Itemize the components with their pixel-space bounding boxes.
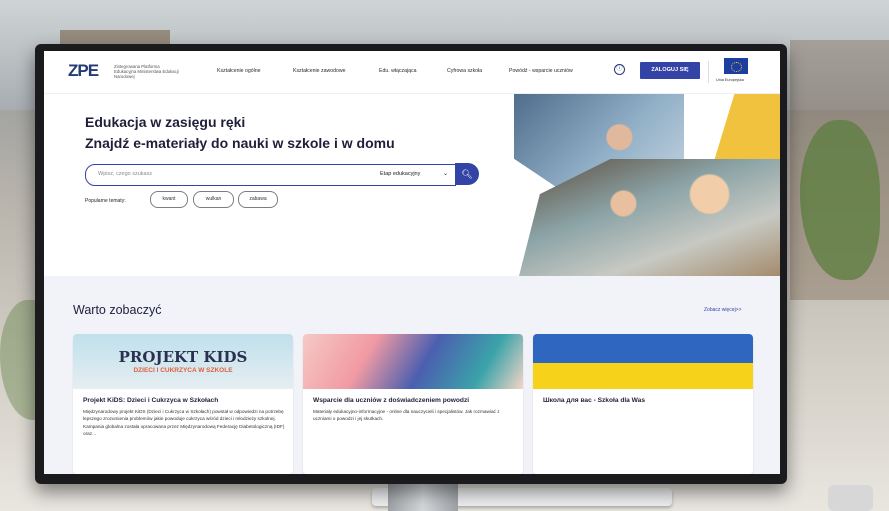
zpe-logo[interactable]: ZPE [68,61,99,81]
chevron-down-icon: ⌄ [442,171,448,177]
tag-wulkan[interactable]: wulkan [193,191,234,208]
card-title[interactable]: Wsparcie dla uczniów z doświadczeniem po… [313,397,517,404]
tag-kwant[interactable]: kwant [150,191,188,208]
ukraine-flag-blue [533,334,753,363]
card-wsparcie-powodz[interactable]: Wsparcie dla uczniów z doświadczeniem po… [303,334,523,474]
nav-item-ksztalcenie-zawodowe[interactable]: Kształcenie zawodowe [293,68,345,74]
popular-topics-label: Popularne tematy: [85,198,126,204]
logo-subtitle: Zintegrowana Platforma Edukacyjna Minist… [114,64,179,79]
section-title: Warto zobaczyć [73,303,162,317]
search-icon: 🔍︎ [461,169,473,179]
search-button[interactable]: 🔍︎ [455,163,479,185]
select-value: Etap edukacyjny [380,171,421,177]
divider [708,61,709,83]
eu-flag-icon [724,58,748,74]
card-description: Międzynarodowy projekt KiDS (Dzieci i Cu… [83,409,285,437]
card-image-title: PROJEKT KIDS [118,348,248,366]
search-input[interactable]: Wpisz, czego szukasz [85,164,375,186]
card-image-kids: PROJEKT KIDS DZIECI I CUKRZYCA W SZKOLE [73,334,293,389]
hero-heading-1: Edukacja w zasięgu ręki [85,114,246,130]
nav-item-cyfrowa-szkola[interactable]: Cyfrowa szkoła [447,68,482,74]
info-icon[interactable]: ⓘ [614,64,625,75]
education-stage-select[interactable]: Etap edukacyjny ⌄ [373,164,456,186]
monitor-stand [388,484,458,511]
website-screen: ZPE Zintegrowana Platforma Edukacyjna Mi… [44,51,780,474]
nav-item-ksztalcenie-ogolne[interactable]: Kształcenie ogólne [217,68,261,74]
nav-item-powodz[interactable]: Powódź - wsparcie uczniów [509,68,573,74]
card-title[interactable]: Школа для вас - Szkoła dla Was [543,397,747,404]
login-button[interactable]: ZALOGUJ SIĘ [640,62,700,79]
nav-item-edu-wlaczajaca[interactable]: Edu. włączająca [379,68,417,74]
ukraine-flag-yellow [533,363,753,389]
card-image-subtitle: DZIECI I CUKRZYCA W SZKOLE [133,367,233,374]
card-projekt-kids[interactable]: PROJEKT KIDS DZIECI I CUKRZYCA W SZKOLE … [73,334,293,474]
see-more-link[interactable]: Zobacz więcej>> [704,307,742,313]
eu-label: Unia Europejska [716,78,744,82]
hero-heading-2: Znajdź e-materiały do nauki w szkole i w… [85,135,395,151]
card-image-flood-illustration [303,334,523,389]
site-header: ZPE Zintegrowana Platforma Edukacyjna Mi… [44,51,780,94]
card-title[interactable]: Projekt KiDS: Dzieci i Cukrzyca w Szkoła… [83,397,287,404]
cup [828,485,873,511]
search-placeholder: Wpisz, czego szukasz [98,171,153,177]
card-description: Materiały edukacyjno-informacyjne - onli… [313,409,500,422]
tag-zabawa[interactable]: zabawa [238,191,278,208]
card-szkola-dla-was[interactable]: Школа для вас - Szkoła dla Was [533,334,753,474]
